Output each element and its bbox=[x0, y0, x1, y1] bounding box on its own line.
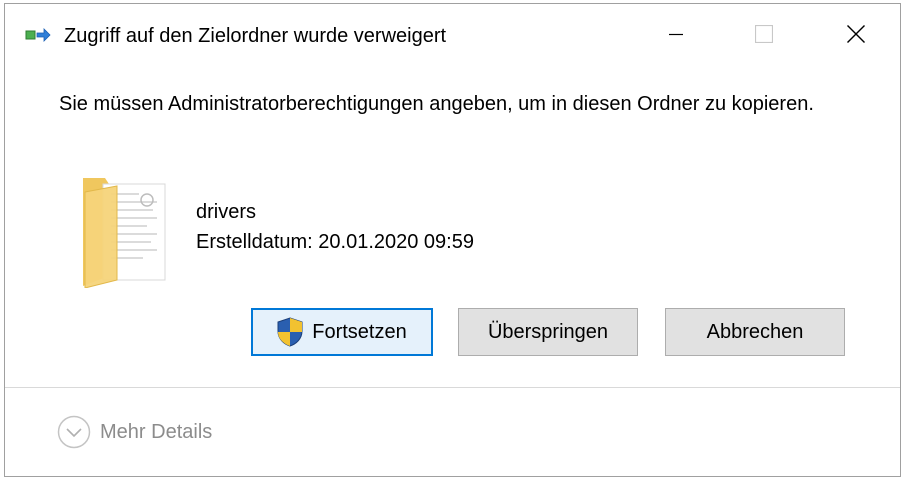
close-button[interactable] bbox=[826, 4, 886, 64]
window-title: Zugriff auf den Zielordner wurde verweig… bbox=[64, 25, 447, 47]
uac-shield-icon bbox=[277, 317, 303, 347]
folder-icon bbox=[83, 178, 166, 288]
minimize-button[interactable] bbox=[646, 4, 706, 64]
copy-file-icon bbox=[25, 28, 51, 42]
title-bar[interactable]: Zugriff auf den Zielordner wurde verweig… bbox=[5, 4, 900, 64]
more-details-toggle[interactable]: Mehr Details bbox=[57, 415, 212, 449]
dialog-window: Zugriff auf den Zielordner wurde verweig… bbox=[4, 3, 901, 477]
file-name: drivers bbox=[196, 201, 257, 223]
minimize-icon bbox=[669, 33, 683, 36]
footer-divider bbox=[5, 387, 900, 388]
skip-label: Überspringen bbox=[487, 320, 609, 343]
continue-label: Fortsetzen bbox=[312, 320, 407, 343]
file-created-date: Erstelldatum: 20.01.2020 09:59 bbox=[196, 231, 474, 253]
chevron-down-circle-icon bbox=[57, 415, 91, 449]
cancel-label: Abbrechen bbox=[706, 320, 804, 343]
file-info: drivers Erstelldatum: 20.01.2020 09:59 bbox=[196, 197, 474, 257]
dialog-message: Sie müssen Administratorberechtigungen a… bbox=[59, 93, 814, 115]
maximize-icon bbox=[755, 25, 773, 43]
cancel-button[interactable]: Abbrechen bbox=[665, 308, 845, 356]
continue-button[interactable]: Fortsetzen bbox=[251, 308, 433, 356]
skip-button[interactable]: Überspringen bbox=[458, 308, 638, 356]
maximize-button bbox=[734, 4, 794, 64]
close-icon bbox=[847, 25, 865, 43]
more-details-label: Mehr Details bbox=[100, 420, 213, 443]
